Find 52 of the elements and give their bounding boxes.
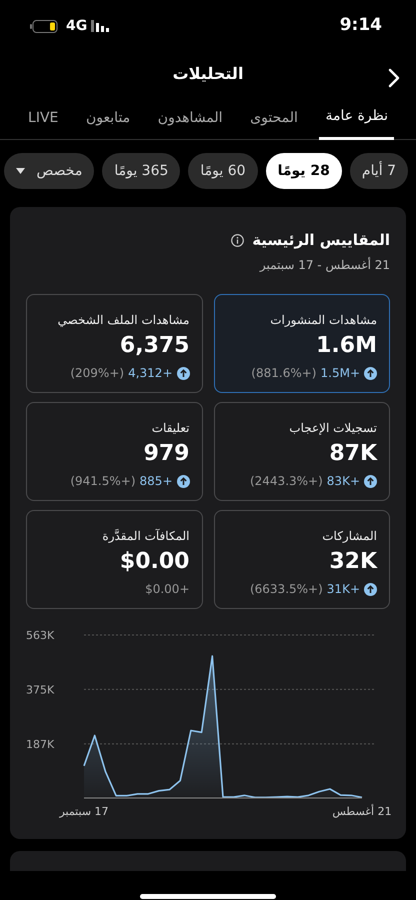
period-chip[interactable]: 60 يومًا [188,153,258,189]
metric-change: +$0.00 [145,581,190,598]
metric-value: $0.00 [120,548,190,574]
metric-label: مشاهدات المنشورات [270,312,377,326]
period-chip[interactable]: 28 يومًا [266,153,342,189]
tab[interactable]: متابعون [80,96,136,140]
caret-icon [16,168,24,174]
metric-percent: (+2443.3%) [250,473,323,490]
tab[interactable]: المحتوى [244,96,304,140]
clock-time: 9:14 [340,14,382,38]
tab[interactable]: نظرة عامة [319,96,394,140]
metric-value: 1.6M [316,332,377,358]
metric-label: تسجيلات الإعجاب [289,420,377,434]
metric-value: 6,375 [120,332,190,358]
metric-label: تعليقات [152,420,190,434]
tab[interactable]: LIVE [22,96,64,140]
metric-percent: (+941.5%) [70,473,136,490]
metric-percent: (+881.6%) [251,365,316,382]
metric-change: +4,312 [128,365,172,382]
metric-value: 32K [329,548,377,574]
period-dropdown[interactable]: مخصص [4,153,94,189]
metric-change: +1.5M [320,365,360,382]
tab[interactable]: المشاهدون [152,96,229,140]
x-axis-label: 17 سبتمبر [59,804,109,818]
metric-percent: (+209%) [70,365,124,382]
metric-change: +885 [140,473,172,490]
y-axis-label: 187K [26,737,54,750]
period-chip[interactable]: 365 يومًا [102,153,180,189]
up-arrow-icon [176,366,190,380]
metric-change: +83K [326,473,360,490]
x-axis-label: 21 أغسطس [332,804,392,818]
metric-change: +31K [326,581,360,598]
section-title: المقاييس الرئيسية [252,230,390,251]
metric-value: 87K [329,440,377,466]
metric-label: المشاركات [322,528,377,542]
up-arrow-icon [364,366,377,380]
signal-icon [91,20,110,32]
period-chip[interactable]: 7 أيام [350,153,408,189]
info-icon[interactable] [231,234,244,247]
y-axis-label: 563K [26,628,54,642]
y-axis-label: 375K [26,682,54,696]
metric-label: مشاهدات الملف الشخصي [58,312,190,326]
up-arrow-icon [364,582,377,596]
up-arrow-icon [364,474,377,488]
date-range: 21 أغسطس - 17 سبتمبر [258,256,390,274]
metric-value: 979 [144,440,190,466]
metric-percent: (+6633.5%) [250,581,323,598]
network-label: 4G [66,16,88,36]
metric-label: المكافآت المقدَّرة [102,528,190,542]
page-title: التحليلات [172,63,244,85]
up-arrow-icon [176,474,190,488]
battery-icon [30,20,58,32]
